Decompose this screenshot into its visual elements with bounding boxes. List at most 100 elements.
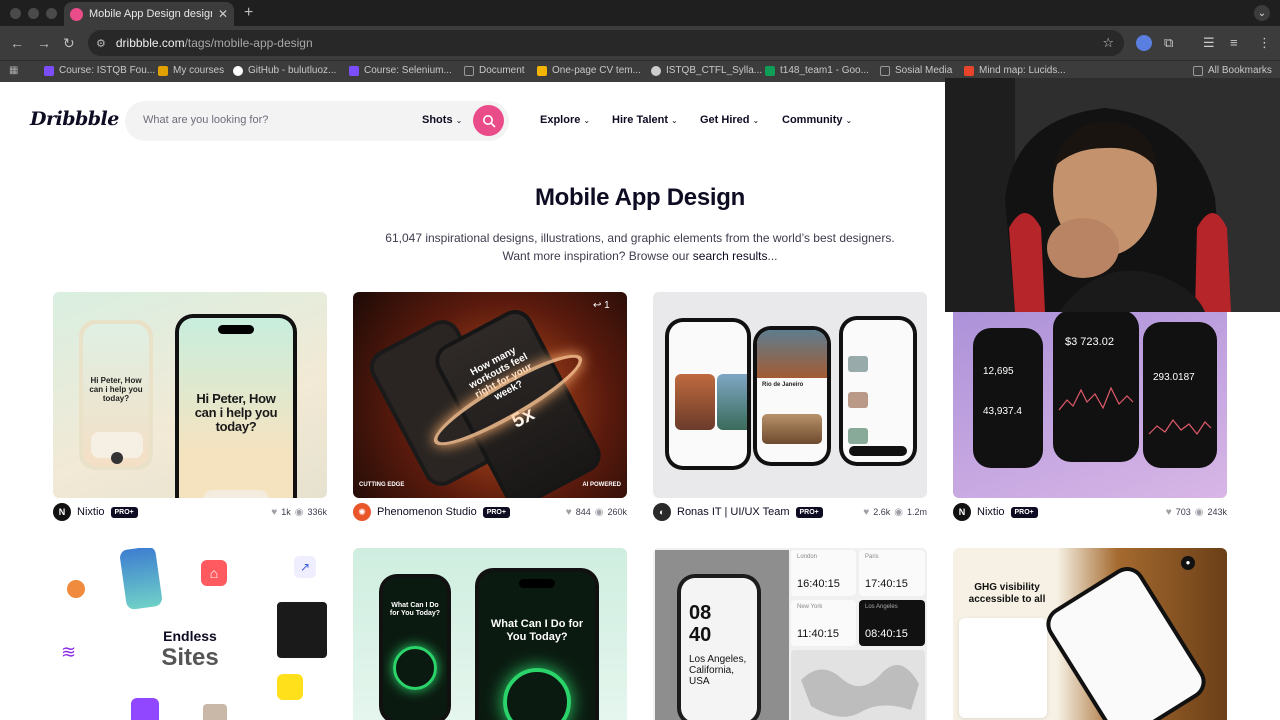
shot-stats: ♥ 844 ◉ 260k — [566, 507, 627, 518]
apps-grid-icon[interactable]: ▦ — [9, 65, 18, 76]
views-count: 1.2m — [906, 507, 927, 517]
caption-left: CUTTING EDGE — [359, 482, 405, 488]
heart-icon[interactable]: ♥ — [271, 507, 277, 518]
heart-icon[interactable]: ♥ — [566, 507, 572, 518]
author-avatar[interactable]: ✺ — [353, 503, 371, 521]
close-window-dot[interactable] — [10, 8, 21, 19]
shot-stats: ♥ 703 ◉ 243k — [1166, 507, 1227, 518]
views-count: 336k — [307, 507, 327, 517]
dribbble-logo[interactable]: Dribbble — [30, 108, 119, 130]
clock-city: New York — [797, 604, 823, 610]
author-avatar[interactable]: N — [53, 503, 71, 521]
forward-icon[interactable]: → — [37, 35, 51, 51]
mailchimp-icon — [277, 674, 303, 700]
shot-thumbnail[interactable]: 08 40 Los Angeles, California, USA Londo… — [653, 548, 927, 720]
tour-card — [762, 414, 822, 444]
photo-tile-shape — [203, 704, 227, 720]
dribbble-favicon-icon — [70, 7, 83, 21]
bookmark-label: Course: Selenium... — [364, 65, 452, 76]
search-input[interactable] — [143, 114, 403, 126]
eye-icon: ◉ — [594, 506, 604, 518]
bookmark-item[interactable]: Mind map: Lucids... — [964, 65, 1066, 76]
author-avatar[interactable]: N — [953, 503, 971, 521]
clock-time: 11:40:15 — [797, 628, 840, 640]
bookmark-favicon-icon — [537, 65, 547, 76]
bookmark-item[interactable]: One-page CV tem... — [537, 65, 641, 76]
author-name[interactable]: Ronas IT | UI/UX Team — [677, 506, 790, 518]
bookmark-item[interactable]: Course: ISTQB Fou... — [44, 65, 155, 76]
clock-city: Los Angeles, California, USA — [689, 654, 747, 687]
active-tab[interactable]: Mobile App Design designs, t ✕ — [64, 2, 234, 26]
caption-right: AI POWERED — [582, 482, 621, 488]
close-tab-icon[interactable]: ✕ — [218, 7, 228, 21]
author-name[interactable]: Phenomenon Studio — [377, 506, 477, 518]
shot-thumbnail[interactable]: ↩ 1 How many workouts feel right for you… — [353, 292, 627, 498]
chevron-down-icon: ⌄ — [752, 116, 760, 125]
clock-time: 16:40:15 — [797, 578, 840, 590]
zoom-window-dot[interactable] — [46, 8, 57, 19]
shot-thumbnail[interactable]: Rio de Janeiro — [653, 292, 927, 498]
media-controls-icon[interactable]: ≡ — [1230, 36, 1238, 50]
back-icon[interactable]: ← — [10, 35, 24, 51]
all-bookmarks[interactable]: All Bookmarks — [1193, 65, 1272, 76]
phone-mockup: 293.0187 — [1143, 322, 1217, 468]
search-results-link[interactable]: search results — [693, 249, 768, 263]
heart-icon[interactable]: ♥ — [863, 507, 869, 518]
extensions-icon[interactable]: ⧉ — [1164, 36, 1173, 50]
author-name[interactable]: Nixtio — [77, 506, 105, 518]
author-avatar[interactable]: ◐ — [653, 503, 671, 521]
balance-value: 12,695 — [983, 366, 1014, 377]
bookmark-item[interactable]: t148_team1 - Goo... — [765, 65, 869, 76]
destination-title: Rio de Janeiro — [762, 382, 804, 388]
bookmark-label: Course: ISTQB Fou... — [59, 65, 156, 76]
world-map — [791, 650, 925, 720]
heart-icon[interactable]: ♥ — [1166, 507, 1172, 518]
bookmark-item[interactable]: Document — [464, 65, 525, 76]
dynamic-island — [218, 325, 254, 334]
mountain-image — [757, 330, 827, 378]
bookmark-item[interactable]: My courses — [158, 65, 224, 76]
site-settings-icon[interactable]: ⚙ — [96, 37, 106, 50]
webcam-overlay — [945, 78, 1280, 312]
shot-thumbnail[interactable]: What Can I Do for You Today? What Can I … — [353, 548, 627, 720]
pro-badge: PRO+ — [110, 506, 138, 518]
tab-title: Mobile App Design designs, t — [89, 8, 212, 20]
phone-mockup: Hi Peter, How can i help you today? — [79, 320, 153, 470]
shot-thumbnail[interactable]: GHG visibility accessible to all ● — [953, 548, 1227, 720]
browser-menu-icon[interactable]: ⋮ — [1258, 36, 1271, 50]
shot-meta: ✺ Phenomenon Studio PRO+ ♥ 844 ◉ 260k — [353, 503, 627, 521]
tab-search-icon[interactable]: ⌄ — [1254, 5, 1270, 21]
minimize-window-dot[interactable] — [28, 8, 39, 19]
nav-explore[interactable]: Explore ⌄ — [540, 114, 590, 126]
bookmark-star-icon[interactable]: ☆ — [1102, 35, 1114, 51]
shot-thumbnail[interactable]: ⌂ ↗ Endless Sites ≋ — [53, 548, 327, 720]
twitch-icon — [131, 698, 159, 720]
search-button[interactable] — [473, 105, 504, 136]
nav-hire-talent[interactable]: Hire Talent ⌄ — [612, 114, 678, 126]
nav-get-hired[interactable]: Get Hired ⌄ — [700, 114, 759, 126]
profile-avatar-icon[interactable] — [1136, 35, 1152, 51]
floating-phone-shape — [118, 548, 164, 611]
new-tab-icon[interactable]: + — [244, 4, 253, 22]
bookmark-item[interactable]: GitHub - bulutluoz... — [233, 65, 336, 76]
bookmark-item[interactable]: ISTQB_CTFL_Sylla... — [651, 65, 762, 76]
shot-stats: ♥ 1k ◉ 336k — [271, 507, 327, 518]
reading-list-icon[interactable]: ☰ — [1203, 36, 1215, 50]
phone-headline: What Can I Do for You Today? — [490, 618, 584, 643]
bookmark-item[interactable]: Course: Selenium... — [349, 65, 452, 76]
search-type-dropdown[interactable]: Shots ⌄ — [422, 114, 462, 126]
url-host: dribbble.com — [115, 36, 185, 50]
likes-count: 844 — [575, 507, 591, 517]
likes-count: 1k — [281, 507, 291, 517]
pro-badge: PRO+ — [795, 506, 823, 518]
shot-thumbnail[interactable]: 12,695 43,937.4 $3 723.02 293.0187 — [953, 292, 1227, 498]
shot-thumbnail[interactable]: Hi Peter, How can i help you today? Hi P… — [53, 292, 327, 498]
bookmark-label: Document — [479, 65, 525, 76]
author-name[interactable]: Nixtio — [977, 506, 1005, 518]
url-bar[interactable]: ⚙ dribbble.com /tags/mobile-app-design ☆ — [88, 30, 1124, 56]
shot-headline: GHG visibility accessible to all — [968, 582, 1046, 605]
sheets-icon — [765, 65, 775, 76]
reload-icon[interactable]: ↻ — [63, 35, 75, 51]
bookmark-item[interactable]: Sosial Media — [880, 65, 952, 76]
nav-community[interactable]: Community ⌄ — [782, 114, 852, 126]
